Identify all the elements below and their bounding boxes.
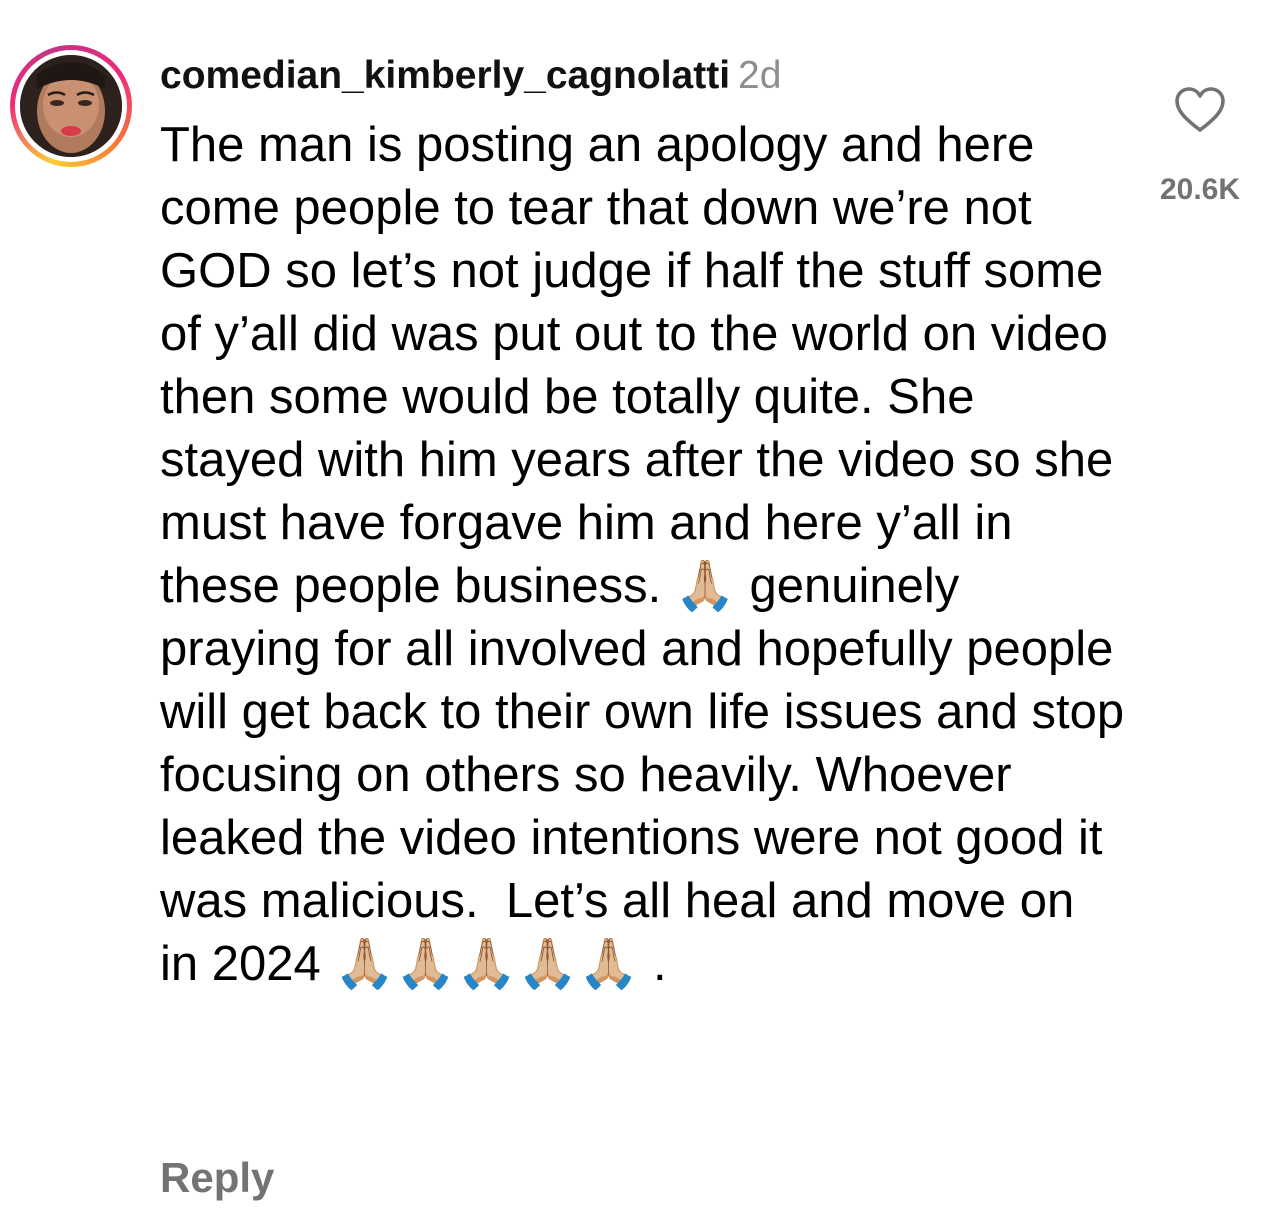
reply-button[interactable]: Reply — [160, 1150, 274, 1206]
like-count: 20.6K — [1159, 173, 1241, 206]
story-ring-avatar[interactable] — [10, 45, 132, 167]
like-area: 20.6K — [1146, 86, 1256, 216]
heart-outline-icon[interactable] — [1174, 86, 1226, 134]
comment-header: comedian_kimberly_cagnolatti 2d — [160, 46, 781, 106]
avatar-image — [20, 55, 122, 157]
username-link[interactable]: comedian_kimberly_cagnolatti — [160, 54, 730, 97]
comment-item: comedian_kimberly_cagnolatti 2d The man i… — [0, 0, 1284, 1229]
comment-text: The man is posting an apology and here c… — [160, 118, 1138, 991]
avatar — [20, 55, 122, 157]
comment-timestamp: 2d — [738, 54, 782, 97]
